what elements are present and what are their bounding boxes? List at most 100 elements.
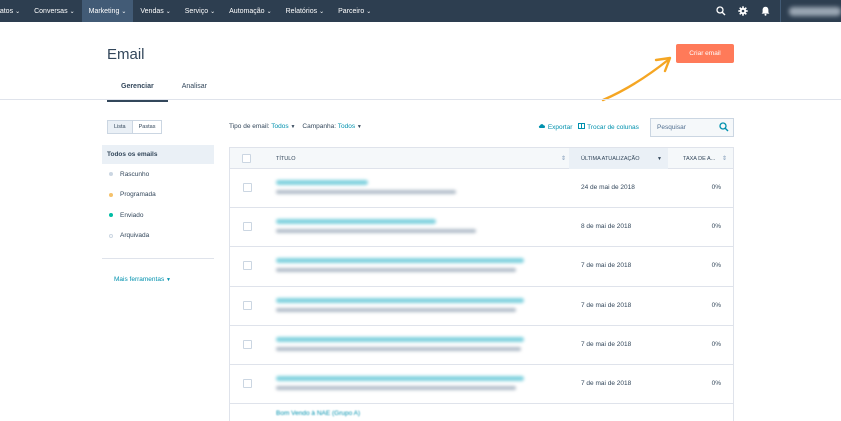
- open-rate-cell: 0%: [711, 301, 721, 309]
- email-subtitle-redacted: [276, 385, 516, 390]
- tab-bar: Gerenciar Analisar: [107, 80, 221, 102]
- open-rate-cell: 0%: [711, 184, 721, 191]
- page-title: Email: [107, 46, 145, 63]
- sidebar-item-sent[interactable]: Enviado: [102, 205, 214, 226]
- table-row[interactable]: 7 de mai de 2018 0%: [230, 287, 733, 326]
- email-title-redacted[interactable]: [276, 258, 524, 264]
- gear-icon[interactable]: [732, 0, 754, 22]
- more-tools-link[interactable]: Mais ferramentas ▼: [114, 276, 171, 283]
- chevron-down-icon: ⌄: [165, 8, 171, 15]
- email-title-redacted[interactable]: [276, 297, 524, 303]
- row-checkbox[interactable]: [243, 183, 252, 192]
- chevron-down-icon: ⌄: [319, 8, 325, 15]
- caret-down-icon: ▼: [290, 124, 296, 130]
- email-subtitle-redacted: [276, 229, 476, 234]
- status-dot-icon: [109, 172, 113, 177]
- email-subtitle-redacted: [276, 346, 521, 351]
- status-dot-icon: [109, 192, 113, 197]
- sidebar-item-all-emails[interactable]: Todos os emails: [102, 145, 214, 164]
- email-table: TÍTULO ⇕ ÚLTIMA ATUALIZAÇÃO ▼ TAXA DE A.…: [229, 147, 734, 421]
- nav-item-servico[interactable]: Serviço ⌄: [178, 0, 222, 22]
- campaign-filter[interactable]: Campanha: Todos ▼: [302, 123, 361, 130]
- view-toggle-folders[interactable]: Pastas: [132, 120, 163, 134]
- email-title-link[interactable]: Bom Vendo à NAE (Grupo A): [276, 410, 360, 417]
- chevron-down-icon: ⌄: [366, 8, 372, 15]
- email-subtitle-redacted: [276, 190, 456, 194]
- nav-item-vendas[interactable]: Vendas ⌄: [133, 0, 177, 22]
- status-dot-icon: [109, 233, 113, 238]
- table-row[interactable]: 7 de mai de 2018 0%: [230, 247, 733, 287]
- last-update-cell: 7 de mai de 2018: [581, 340, 632, 348]
- cloud-download-icon: [538, 124, 546, 128]
- view-toggle: Lista Pastas: [107, 120, 163, 134]
- columns-icon: [578, 123, 586, 129]
- nav-item-marketing[interactable]: Marketing ⌄: [81, 0, 134, 22]
- table-row[interactable]: 7 de mai de 2018 0%: [230, 326, 733, 365]
- top-navigation: ntatos⌄ Conversas⌄ Marketing⌄ Vendas⌄ Se…: [0, 0, 841, 22]
- table-header: TÍTULO ⇕ ÚLTIMA ATUALIZAÇÃO ▼ TAXA DE A.…: [230, 147, 733, 169]
- nav-item-conversas[interactable]: Conversas ⌄: [27, 0, 82, 22]
- email-title-redacted[interactable]: [276, 336, 524, 342]
- chevron-down-icon: ⌄: [15, 8, 21, 15]
- sidebar-item-archived[interactable]: Arquivada: [102, 226, 214, 247]
- open-rate-cell: 0%: [711, 379, 721, 387]
- nav-right-tools: [710, 0, 841, 22]
- table-actions: Exportar Trocar de colunas: [538, 123, 639, 131]
- table-row[interactable]: 24 de mai de 2018 0%: [230, 169, 733, 209]
- row-checkbox[interactable]: [243, 222, 252, 232]
- chevron-down-icon: ⌄: [210, 8, 216, 15]
- search-icon: [719, 122, 729, 132]
- row-checkbox[interactable]: [243, 378, 252, 388]
- sort-icon: ⇕: [560, 156, 566, 162]
- nav-item-relatorios[interactable]: Relatórios ⌄: [279, 0, 332, 22]
- sidebar-item-draft[interactable]: Rascunho: [102, 164, 214, 185]
- column-header-title[interactable]: TÍTULO ⇕: [276, 148, 566, 169]
- nav-item-parceiro[interactable]: Parceiro ⌄: [331, 0, 378, 22]
- create-email-button[interactable]: Criar email: [676, 44, 734, 63]
- email-subtitle-redacted: [276, 268, 516, 273]
- status-dot-icon: [109, 213, 113, 218]
- tab-analisar[interactable]: Analisar: [168, 80, 221, 96]
- last-update-cell: 7 de mai de 2018: [581, 301, 632, 309]
- export-button[interactable]: Exportar: [538, 123, 572, 131]
- view-toggle-list[interactable]: Lista: [107, 120, 133, 134]
- email-status-filter: Todos os emails Rascunho Programada Envi…: [102, 145, 214, 246]
- account-menu[interactable]: [781, 0, 841, 22]
- search-icon[interactable]: [710, 0, 732, 22]
- column-header-open-rate[interactable]: TAXA DE A... ⇕: [669, 148, 727, 169]
- column-header-last-update[interactable]: ÚLTIMA ATUALIZAÇÃO ▼: [569, 148, 668, 169]
- row-checkbox[interactable]: [243, 300, 252, 310]
- caret-down-icon: ▼: [166, 277, 171, 283]
- select-all-checkbox[interactable]: [242, 148, 251, 169]
- tab-gerenciar[interactable]: Gerenciar: [107, 80, 168, 102]
- chevron-down-icon: ⌄: [69, 8, 75, 15]
- table-row[interactable]: 7 de mai de 2018 0%: [230, 365, 733, 405]
- open-rate-cell: 0%: [711, 340, 721, 348]
- email-title-redacted[interactable]: [276, 219, 436, 225]
- row-checkbox[interactable]: [243, 339, 252, 349]
- nav-item-contatos[interactable]: ntatos⌄: [0, 0, 27, 22]
- open-rate-cell: 0%: [711, 262, 721, 270]
- row-checkbox[interactable]: [243, 261, 252, 271]
- last-update-cell: 7 de mai de 2018: [581, 379, 632, 387]
- email-subtitle-redacted: [276, 307, 516, 312]
- last-update-cell: 24 de mai de 2018: [581, 184, 635, 191]
- sidebar-item-scheduled[interactable]: Programada: [102, 185, 214, 206]
- email-title-redacted[interactable]: [276, 180, 368, 185]
- tabs-divider: [0, 99, 841, 100]
- table-row[interactable]: 8 de mai de 2018 0%: [230, 208, 733, 248]
- filter-bar: Tipo de email: Todos ▼ Campanha: Todos ▼: [229, 123, 362, 130]
- swap-columns-button[interactable]: Trocar de colunas: [578, 123, 639, 131]
- nav-item-automacao[interactable]: Automação ⌄: [222, 0, 278, 22]
- email-type-filter[interactable]: Tipo de email: Todos ▼: [229, 123, 295, 130]
- annotation-arrow: [601, 56, 672, 102]
- email-title-redacted[interactable]: [276, 375, 524, 381]
- chevron-down-icon: ⌄: [121, 8, 127, 15]
- bell-icon[interactable]: [754, 0, 776, 22]
- chevron-down-icon: ⌄: [266, 8, 272, 15]
- last-update-cell: 8 de mai de 2018: [581, 223, 632, 231]
- search-input[interactable]: Pesquisar: [650, 118, 734, 137]
- avatar: [789, 6, 841, 16]
- caret-down-icon: ▼: [356, 124, 362, 130]
- sort-desc-icon: ▼: [657, 155, 662, 162]
